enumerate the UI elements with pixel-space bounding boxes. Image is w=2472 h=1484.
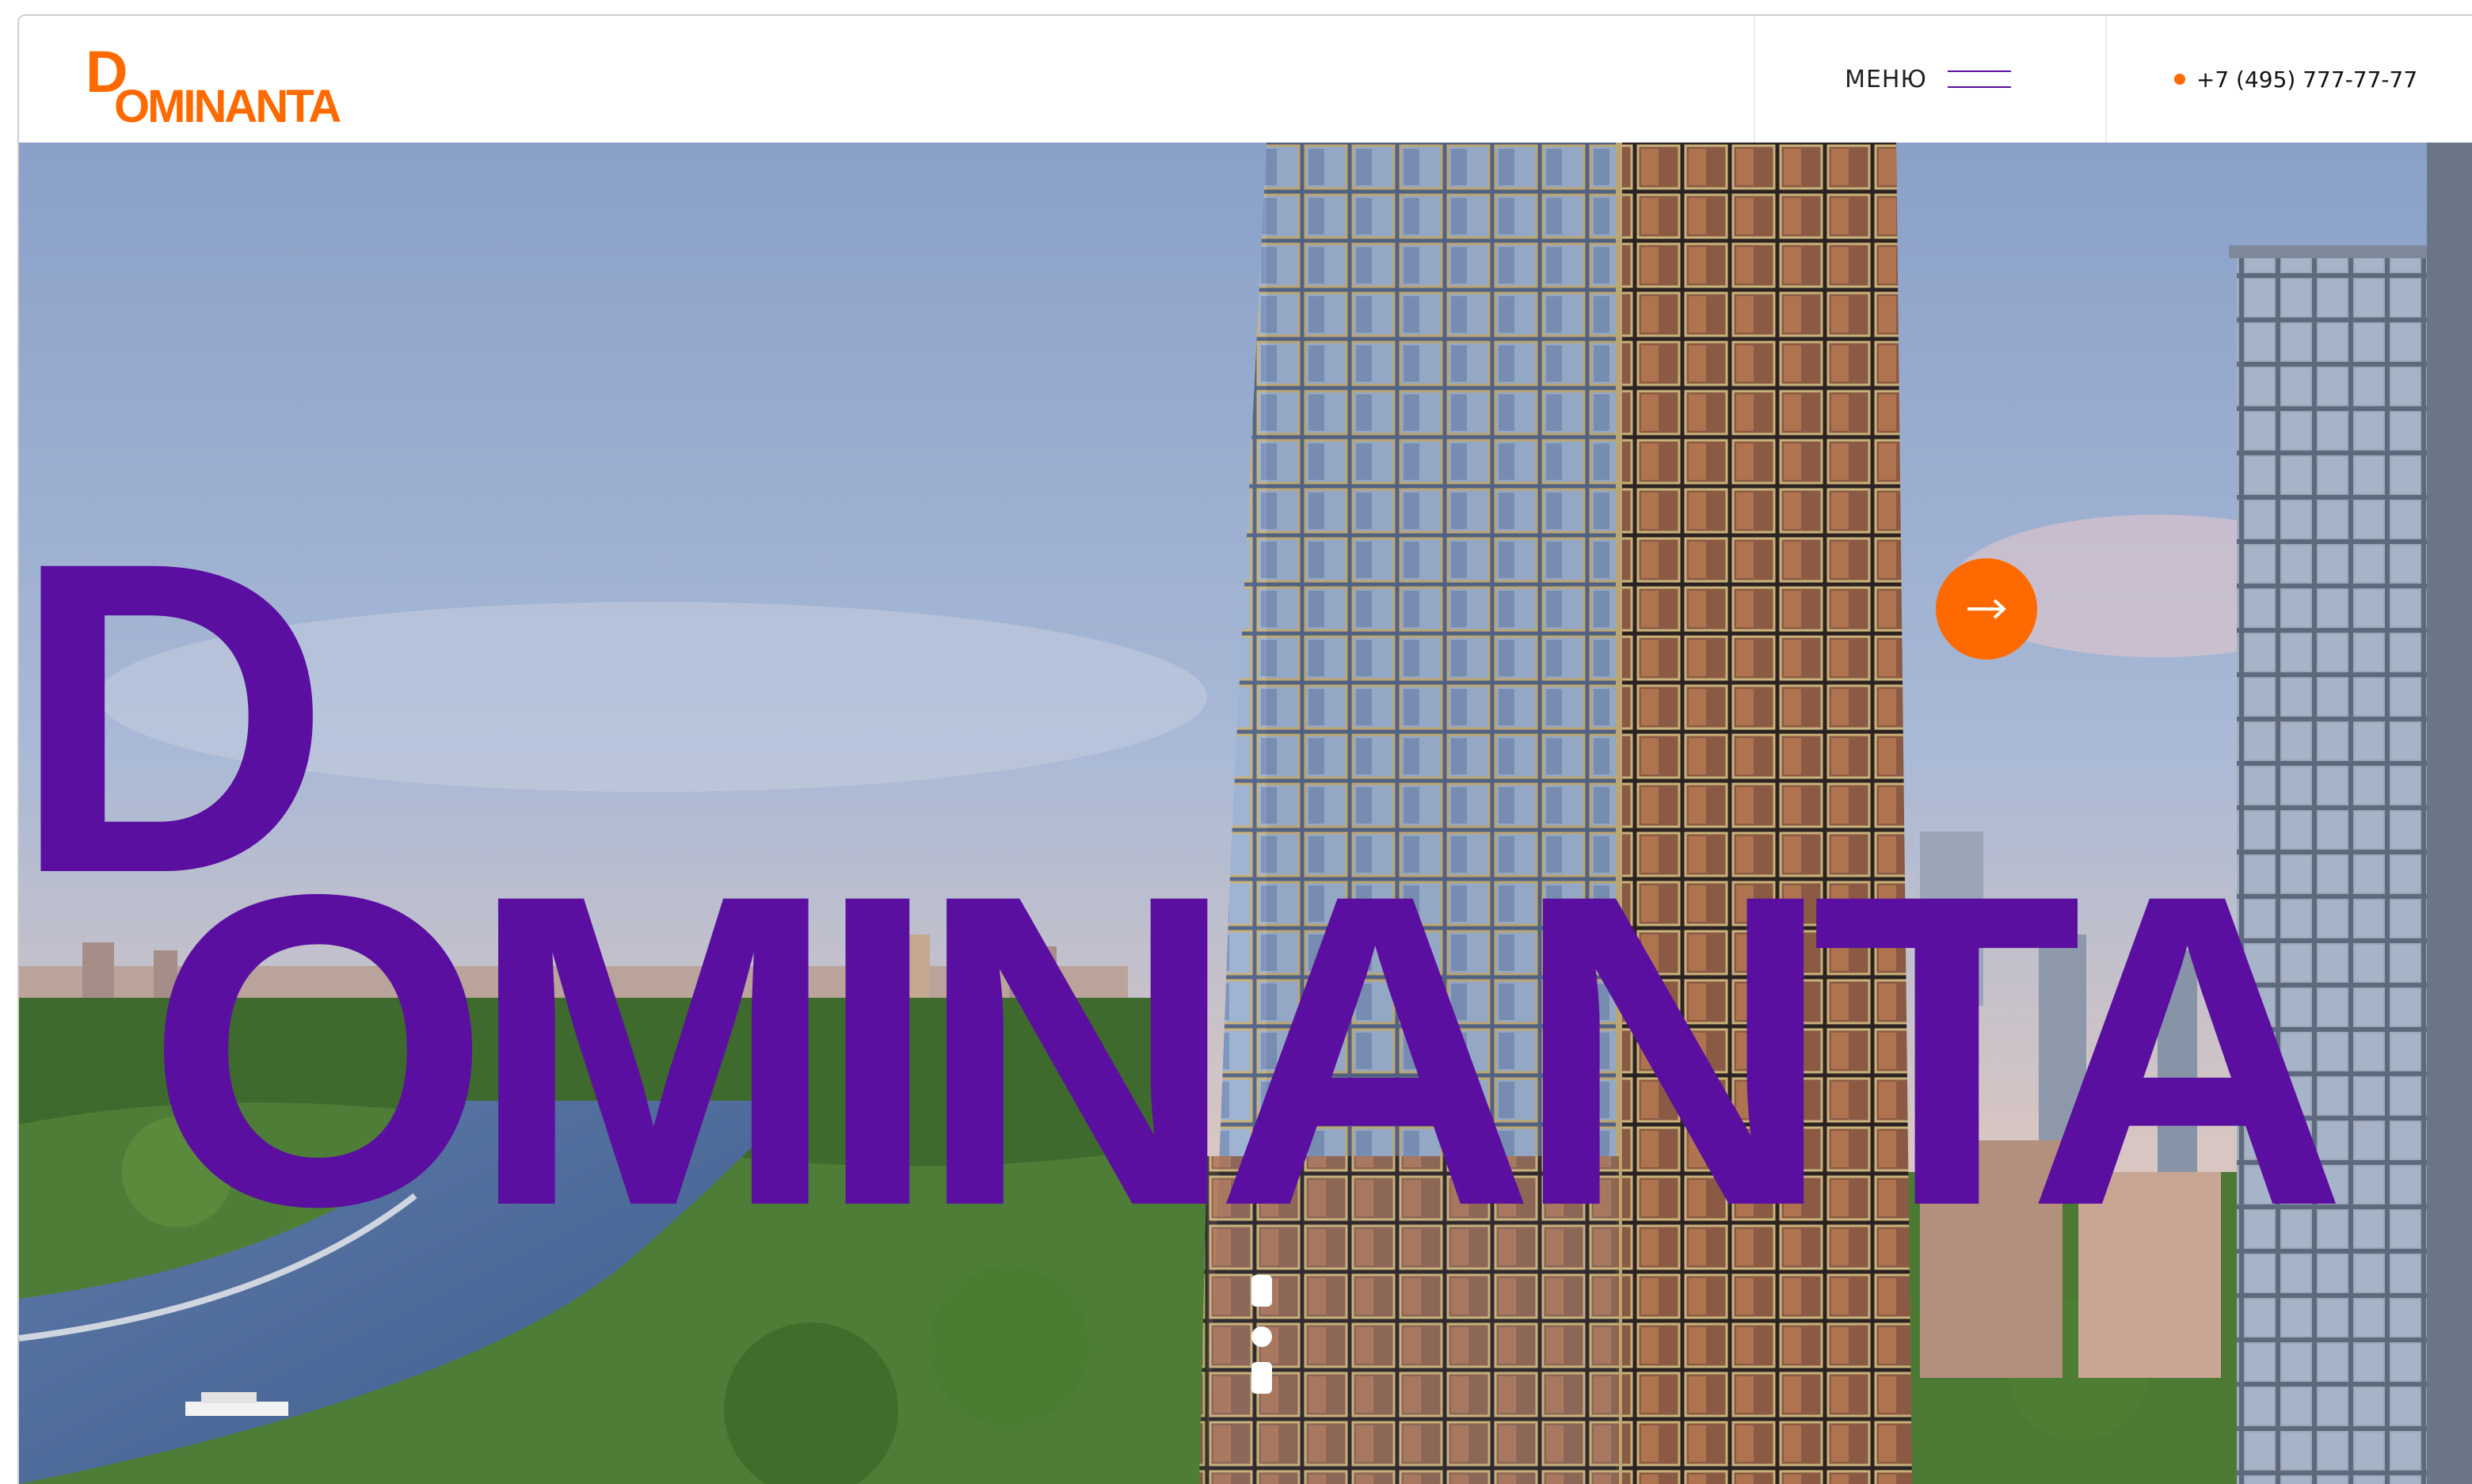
menu-button[interactable]: МЕНЮ xyxy=(1754,16,2102,143)
browser-frame: D OMINANTA МЕНЮ +7 (495) 777-77-77 D OMI… xyxy=(17,14,2472,1484)
phone-number: +7 (495) 777-77-77 xyxy=(2196,66,2418,93)
menu-label: МЕНЮ xyxy=(1845,65,1927,93)
site-header: D OMINANTA МЕНЮ +7 (495) 777-77-77 xyxy=(19,16,2472,143)
arrow-right-icon xyxy=(1967,599,2006,619)
scroll-indicator-icon[interactable] xyxy=(1248,1275,1275,1402)
next-slide-button[interactable] xyxy=(1936,558,2037,660)
hero-headline-rest: OMINANTA xyxy=(146,802,2339,1298)
phone-link[interactable]: +7 (495) 777-77-77 xyxy=(2118,16,2472,143)
hamburger-icon xyxy=(1947,69,2011,89)
brand-logo[interactable]: D OMINANTA xyxy=(82,40,415,127)
logo-letters-rest: OMINANTA xyxy=(114,81,341,127)
hero-section: D OMINANTA xyxy=(19,143,2472,1484)
hero-image: D OMINANTA xyxy=(19,143,2472,1484)
status-dot-icon xyxy=(2173,74,2185,85)
header-divider xyxy=(2105,16,2107,143)
